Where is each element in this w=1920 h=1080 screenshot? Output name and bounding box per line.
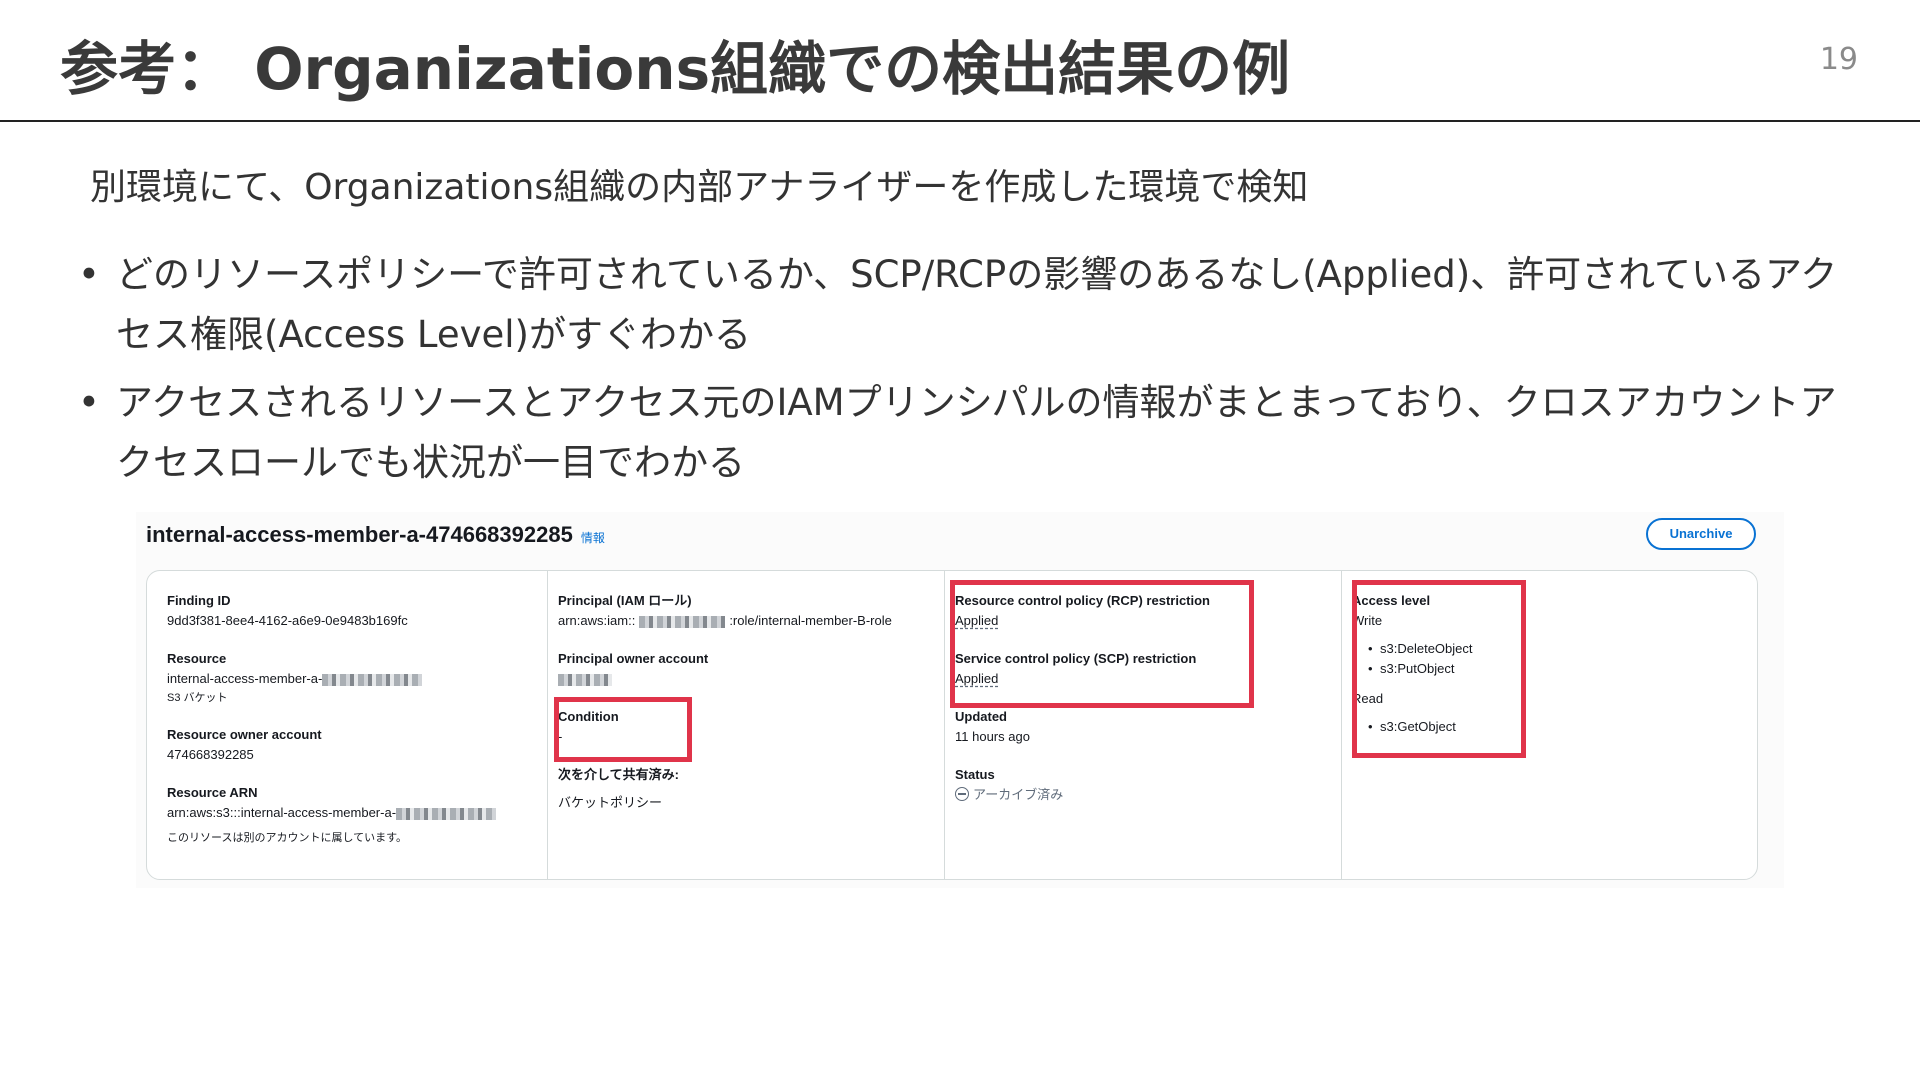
info-link[interactable]: 情報 (581, 531, 605, 545)
details-column-resource: Finding ID 9dd3f381-8ee4-4162-a6e9-0e948… (167, 571, 547, 879)
read-label: Read (1352, 691, 1384, 706)
cross-account-note: このリソースは別のアカウントに属しています。 (167, 832, 408, 844)
resource-value[interactable]: internal-access-member-a- (167, 669, 547, 689)
finding-title: internal-access-member-a-474668392285 情報 (146, 522, 605, 548)
slide-header: 参考： Organizations組織での検出結果の例 19 (0, 0, 1920, 122)
principal-prefix: arn:aws:iam:: (558, 613, 636, 628)
shared-via-label: 次を介して共有済み: (558, 767, 679, 782)
updated-value: 11 hours ago (955, 729, 1030, 744)
resource-arn-text: arn:aws:s3:::internal-access-member-a- (167, 805, 397, 820)
write-label: Write (1352, 613, 1383, 628)
principal-label: Principal (IAM ロール) (558, 593, 692, 608)
resource-arn-label: Resource ARN (167, 785, 258, 800)
resource-label: Resource (167, 651, 227, 666)
resource-arn-field: Resource ARN arn:aws:s3:::internal-acces… (167, 783, 547, 823)
read-actions-list: s3:GetObject (1352, 717, 1738, 737)
resource-name[interactable]: internal-access-member-a- (167, 671, 322, 686)
status-field: Status アーカイブ済み (955, 765, 1341, 805)
status-text: アーカイブ済み (973, 787, 1064, 802)
resource-owner-value: 474668392285 (167, 747, 254, 762)
write-actions-list: s3:DeleteObject s3:PutObject (1352, 639, 1738, 679)
bullet-item: どのリソースポリシーで許可されているか、SCP/RCPの影響のあるなし(Appl… (78, 245, 1838, 365)
shared-via-field: 次を介して共有済み: バケットポリシー (558, 765, 944, 813)
status-value: アーカイブ済み (955, 785, 1341, 805)
status-label: Status (955, 767, 995, 782)
principal-field: Principal (IAM ロール) arn:aws:iam:::role/i… (558, 591, 944, 631)
redacted-block (558, 673, 612, 686)
redacted-block (396, 807, 497, 820)
access-level-label: Access level (1352, 593, 1431, 608)
resource-arn-value: arn:aws:s3:::internal-access-member-a- (167, 803, 547, 823)
finding-details-panel: Finding ID 9dd3f381-8ee4-4162-a6e9-0e948… (146, 570, 1758, 880)
rcp-label: Resource control policy (RCP) restrictio… (955, 593, 1210, 608)
list-item: s3:PutObject (1368, 659, 1738, 679)
page-number: 19 (1819, 42, 1858, 77)
finding-id-label: Finding ID (167, 593, 231, 608)
bullet-item: アクセスされるリソースとアクセス元のIAMプリンシパルの情報がまとまっており、ク… (78, 373, 1838, 493)
redacted-block (322, 673, 423, 686)
archived-status-icon (955, 787, 969, 801)
resource-field: Resource internal-access-member-a- S3 バケ… (167, 649, 547, 707)
shared-via-value: バケットポリシー (558, 795, 663, 810)
condition-label: Condition (558, 709, 619, 724)
finding-title-text: internal-access-member-a-474668392285 (146, 522, 573, 547)
finding-id-value: 9dd3f381-8ee4-4162-a6e9-0e9483b169fc (167, 613, 408, 628)
read-permissions: Read s3:GetObject (1352, 689, 1738, 737)
scp-label: Service control policy (SCP) restriction (955, 651, 1197, 666)
condition-value: - (558, 729, 563, 744)
slide-subtitle: 別環境にて、Organizations組織の内部アナライザーを作成した環境で検知 (90, 167, 1309, 208)
condition-field: Condition - (558, 707, 944, 747)
rcp-value[interactable]: Applied (955, 611, 1341, 631)
details-column-policy: Resource control policy (RCP) restrictio… (944, 571, 1341, 879)
list-item: s3:DeleteObject (1368, 639, 1738, 659)
updated-field: Updated 11 hours ago (955, 707, 1341, 747)
principal-value: arn:aws:iam:::role/internal-member-B-rol… (558, 611, 944, 631)
bullet-list: どのリソースポリシーで許可されているか、SCP/RCPの影響のあるなし(Appl… (78, 245, 1838, 501)
finding-screenshot: internal-access-member-a-474668392285 情報 … (136, 512, 1784, 888)
list-item: s3:GetObject (1368, 717, 1738, 737)
redacted-block (639, 615, 726, 628)
resource-owner-field: Resource owner account 474668392285 (167, 725, 547, 765)
unarchive-button[interactable]: Unarchive (1646, 518, 1756, 550)
principal-owner-value (558, 669, 944, 689)
write-permissions: Write s3:DeleteObject s3:PutObject (1352, 611, 1738, 679)
details-column-principal: Principal (IAM ロール) arn:aws:iam:::role/i… (547, 571, 944, 879)
slide-title: 参考： Organizations組織での検出結果の例 (60, 35, 1291, 103)
principal-owner-label: Principal owner account (558, 651, 709, 666)
resource-type: S3 バケット (167, 692, 228, 704)
principal-suffix: :role/internal-member-B-role (729, 613, 892, 628)
rcp-field: Resource control policy (RCP) restrictio… (955, 591, 1341, 631)
scp-value[interactable]: Applied (955, 669, 1341, 689)
finding-id-field: Finding ID 9dd3f381-8ee4-4162-a6e9-0e948… (167, 591, 547, 631)
resource-owner-label: Resource owner account (167, 727, 322, 742)
principal-owner-field: Principal owner account (558, 649, 944, 689)
updated-label: Updated (955, 709, 1007, 724)
details-column-access-level: Access level Write s3:DeleteObject s3:Pu… (1341, 571, 1738, 879)
scp-field: Service control policy (SCP) restriction… (955, 649, 1341, 689)
